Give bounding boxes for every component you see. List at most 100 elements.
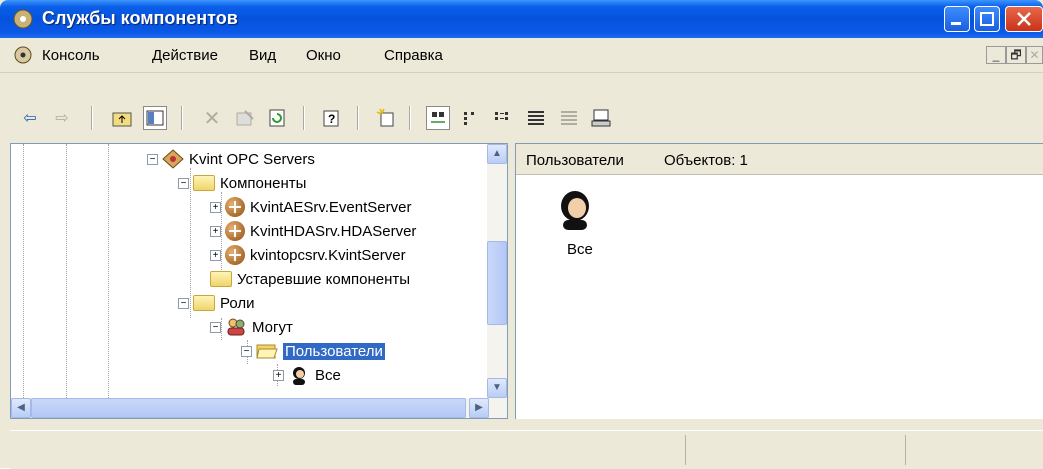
maximize-button[interactable] bbox=[974, 6, 1000, 32]
toolbar-separator bbox=[303, 106, 305, 130]
tree-guide-line bbox=[23, 144, 24, 398]
details-pane[interactable]: Пользователи Объектов: 1 bbox=[515, 143, 1043, 419]
menu-bar: Консоль Действие Вид Окно Справка _ 🗗 ✕ bbox=[0, 38, 1043, 73]
tree-item-kvintopcsrv[interactable]: + kvintopcsrv.KvintServer bbox=[210, 243, 406, 267]
large-icons-view-icon[interactable] bbox=[426, 106, 450, 130]
collapse-toggle[interactable]: − bbox=[147, 153, 158, 165]
tree-item-label: kvintopcsrv.KvintServer bbox=[250, 246, 406, 264]
tree-guide-line bbox=[108, 144, 109, 398]
minimize-button[interactable] bbox=[944, 6, 970, 32]
details-header-title: Пользователи bbox=[526, 152, 624, 169]
user-icon[interactable] bbox=[553, 188, 597, 232]
tree-item-everyone[interactable]: + Все bbox=[273, 363, 341, 387]
tree-item-legacy-components[interactable]: Устаревшие компоненты bbox=[210, 267, 410, 291]
folder-icon bbox=[210, 271, 232, 287]
application-package-icon bbox=[162, 149, 184, 169]
help-icon[interactable]: ? bbox=[320, 106, 344, 130]
component-services-icon bbox=[13, 9, 33, 29]
tree-item-users[interactable]: − Пользователи bbox=[241, 339, 385, 363]
maximize-icon bbox=[980, 12, 994, 26]
properties-icon[interactable] bbox=[233, 106, 257, 130]
new-object-icon[interactable] bbox=[374, 106, 398, 130]
scroll-left-button[interactable]: ◀ bbox=[11, 398, 31, 418]
window-title: Службы компонентов bbox=[42, 8, 238, 28]
folder-icon bbox=[193, 295, 215, 311]
mdi-minimize-button[interactable]: _ bbox=[986, 46, 1006, 64]
expand-toggle[interactable]: + bbox=[210, 201, 221, 213]
menu-help[interactable]: Справка bbox=[384, 47, 443, 64]
tree-item-kvintaesrv[interactable]: + KvintAESrv.EventServer bbox=[210, 195, 411, 219]
component-icon bbox=[225, 221, 245, 241]
mdi-close-button[interactable]: ✕ bbox=[1026, 46, 1043, 64]
tree-item-label: Пользователи bbox=[283, 342, 385, 360]
details-item-everyone-label[interactable]: Все bbox=[567, 241, 593, 258]
tree-item-roles[interactable]: − Роли bbox=[178, 291, 255, 315]
tree-vertical-scrollbar[interactable]: ▲ ▼ bbox=[487, 144, 507, 398]
open-folder-icon bbox=[256, 344, 278, 359]
status-bar bbox=[10, 430, 1043, 469]
tree-item-label: Все bbox=[315, 366, 341, 384]
tree-item-label: KvintAESrv.EventServer bbox=[250, 198, 412, 216]
forward-icon[interactable]: ⇨ bbox=[50, 106, 74, 130]
tree-guide-line bbox=[66, 144, 67, 398]
tree-item-kvinthdasrv[interactable]: + KvintHDASrv.HDAServer bbox=[210, 219, 416, 243]
tree-item-label: KvintHDASrv.HDAServer bbox=[250, 222, 417, 240]
tree-item-label: Устаревшие компоненты bbox=[237, 270, 411, 288]
console-icon[interactable] bbox=[12, 45, 34, 65]
close-button[interactable] bbox=[1005, 6, 1043, 32]
close-icon bbox=[1017, 12, 1031, 26]
details-header: Пользователи Объектов: 1 bbox=[516, 144, 1043, 175]
status-divider bbox=[685, 435, 686, 465]
expand-toggle[interactable]: + bbox=[210, 249, 221, 261]
tree-item-label: Роли bbox=[220, 294, 255, 312]
show-hide-tree-icon[interactable] bbox=[143, 106, 167, 130]
scroll-up-button[interactable]: ▲ bbox=[487, 144, 507, 164]
tree-pane[interactable]: − Kvint OPC Servers − Компоненты + Kvint… bbox=[10, 143, 508, 419]
tree-item-label: Kvint OPC Servers bbox=[189, 150, 315, 168]
collapse-toggle[interactable]: − bbox=[178, 177, 189, 189]
back-icon[interactable]: ⇦ bbox=[18, 106, 42, 130]
menu-window[interactable]: Окно bbox=[306, 47, 341, 64]
toolbar-separator bbox=[91, 106, 93, 130]
svg-text:?: ? bbox=[328, 112, 335, 126]
up-folder-icon[interactable] bbox=[110, 106, 134, 130]
scroll-thumb[interactable] bbox=[31, 398, 466, 418]
collapse-toggle[interactable]: − bbox=[178, 297, 189, 309]
details-view-icon[interactable] bbox=[524, 106, 548, 130]
refresh-icon[interactable] bbox=[265, 106, 289, 130]
user-icon bbox=[293, 367, 305, 385]
toolbar-separator bbox=[409, 106, 411, 130]
expand-toggle[interactable]: + bbox=[210, 225, 221, 237]
tree-item-role-mogut[interactable]: − Могут bbox=[210, 315, 293, 339]
menu-console[interactable]: Консоль bbox=[42, 47, 100, 64]
title-bar[interactable]: Службы компонентов bbox=[0, 0, 1043, 38]
tree-item-components[interactable]: − Компоненты bbox=[178, 171, 306, 195]
computer-icon[interactable] bbox=[589, 106, 613, 130]
toolbar-separator bbox=[181, 106, 183, 130]
small-icons-view-icon[interactable] bbox=[459, 106, 483, 130]
collapse-toggle[interactable]: − bbox=[210, 321, 221, 333]
details-object-count: Объектов: 1 bbox=[664, 152, 748, 169]
scroll-thumb[interactable] bbox=[487, 241, 507, 325]
tree-item-kvint-opc-servers[interactable]: − Kvint OPC Servers bbox=[147, 147, 315, 171]
toolbar-separator bbox=[357, 106, 359, 130]
toolbar: ⇦ ⇨ ✕ ? bbox=[0, 73, 1043, 143]
scroll-right-button[interactable]: ▶ bbox=[469, 398, 489, 418]
scroll-down-button[interactable]: ▼ bbox=[487, 378, 507, 398]
minimize-icon bbox=[951, 22, 961, 25]
component-icon bbox=[225, 197, 245, 217]
delete-icon[interactable]: ✕ bbox=[200, 106, 224, 130]
mdi-restore-button[interactable]: 🗗 bbox=[1006, 46, 1026, 64]
tree-horizontal-scrollbar[interactable]: ◀ ▶ bbox=[11, 398, 507, 418]
status-view-icon[interactable] bbox=[557, 106, 581, 130]
expand-toggle[interactable]: + bbox=[273, 369, 284, 381]
folder-icon bbox=[193, 175, 215, 191]
menu-action[interactable]: Действие bbox=[152, 47, 218, 64]
list-view-icon[interactable] bbox=[491, 106, 515, 130]
component-icon bbox=[225, 245, 245, 265]
collapse-toggle[interactable]: − bbox=[241, 345, 252, 357]
role-icon bbox=[227, 318, 245, 336]
component-services-window: Службы компонентов Консоль Действие Вид … bbox=[0, 0, 1043, 469]
tree-item-label: Компоненты bbox=[220, 174, 307, 192]
menu-view[interactable]: Вид bbox=[249, 47, 276, 64]
